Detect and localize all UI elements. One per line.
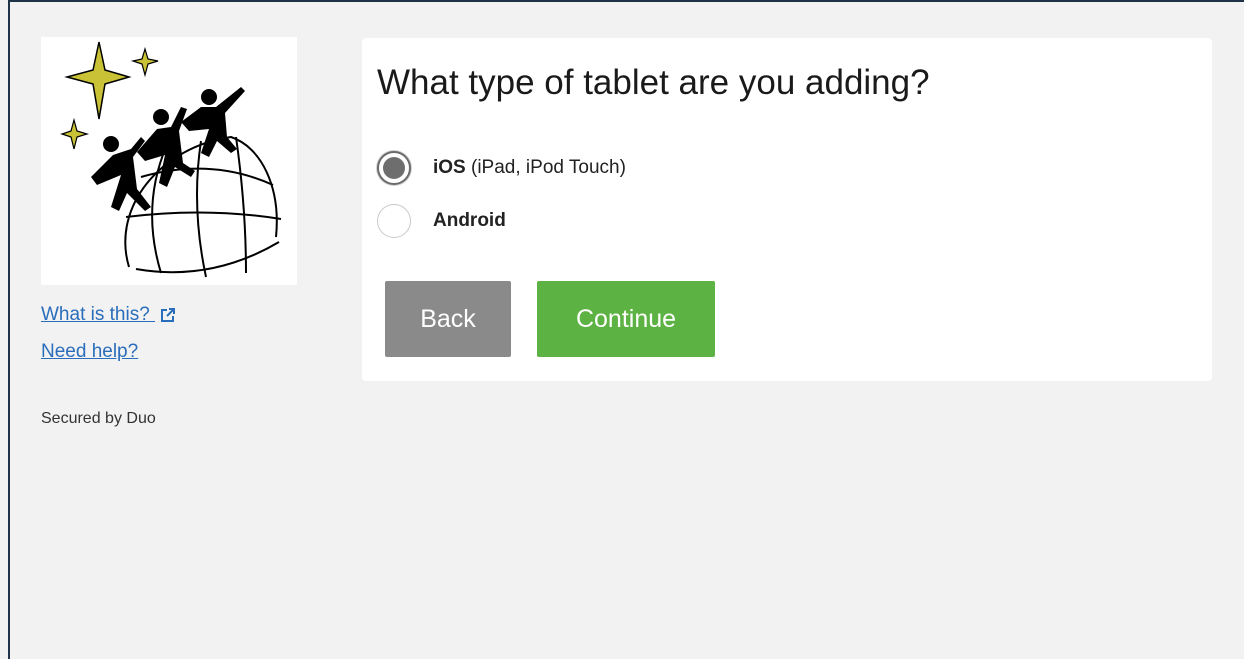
need-help-link[interactable]: Need help? [41,340,175,363]
radio-android[interactable] [377,204,411,238]
organization-logo [41,37,297,285]
option-android-label: Android [433,210,506,232]
radio-dot [383,157,405,179]
option-ios-name: iOS [433,157,466,178]
what-is-this-link[interactable]: What is this? [41,303,176,326]
need-help-label: Need help? [41,341,139,362]
option-ios-detail: (iPad, iPod Touch) [465,157,626,178]
secured-by-duo: Secured by Duo [41,410,156,427]
continue-button[interactable]: Continue [537,281,715,357]
radio-ios[interactable] [377,151,411,185]
option-ios-label: iOS (iPad, iPod Touch) [433,157,626,179]
option-ios[interactable]: iOS (iPad, iPod Touch) [377,151,626,185]
option-android[interactable]: Android [377,204,506,238]
page-title: What type of tablet are you adding? [377,63,930,102]
back-button[interactable]: Back [385,281,511,357]
external-link-icon [161,307,176,322]
option-android-name: Android [433,210,506,231]
sidebar-links: What is this? Need help? [41,303,176,377]
what-is-this-label: What is this? [41,304,150,325]
logo-image [60,41,282,278]
tablet-type-card: What type of tablet are you adding? iOS … [362,38,1212,381]
